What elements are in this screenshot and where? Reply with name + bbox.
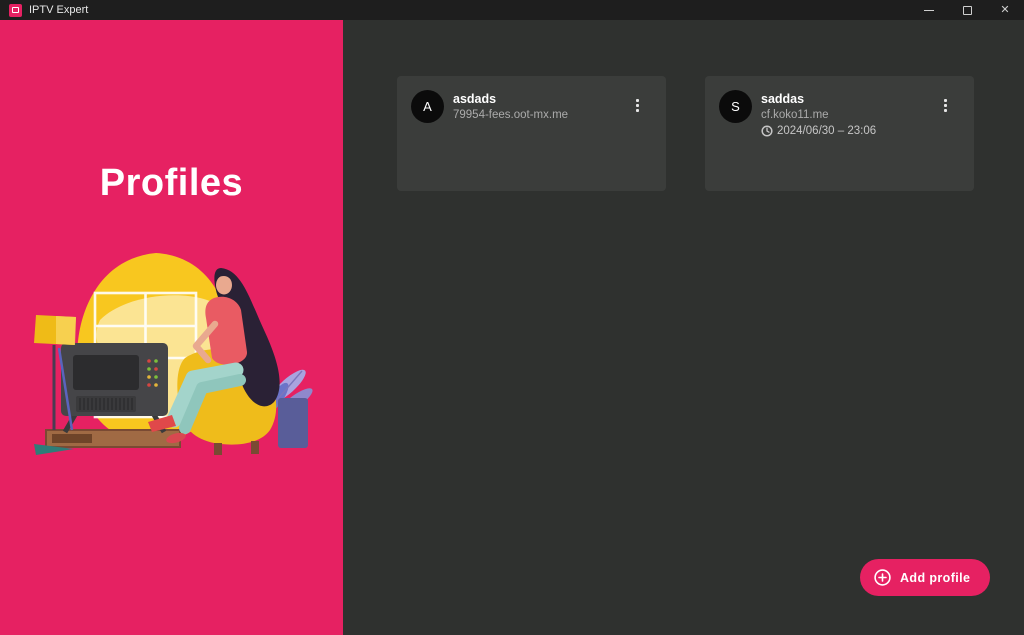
woman-watching-tv-illustration (18, 248, 318, 460)
profile-card[interactable]: A asdads 79954-fees.oot-mx.me (397, 76, 666, 191)
sidebar: Profiles (0, 20, 343, 635)
profile-menu-button[interactable] (941, 96, 950, 115)
minimize-button[interactable] (910, 0, 948, 20)
profile-name: saddas (761, 92, 876, 106)
titlebar: IPTV Expert ✕ (0, 0, 1024, 20)
profile-last-used: 2024/06/30 – 23:06 (761, 125, 876, 137)
clock-icon (761, 125, 773, 137)
last-used-text: 2024/06/30 – 23:06 (777, 125, 876, 137)
tv-glyph (12, 7, 19, 13)
window-title: IPTV Expert (29, 0, 88, 20)
window-controls: ✕ (910, 0, 1024, 20)
profile-menu-button[interactable] (633, 96, 642, 115)
maximize-button[interactable] (948, 0, 986, 20)
profile-card-header: A asdads 79954-fees.oot-mx.me (411, 90, 652, 123)
profile-card[interactable]: S saddas cf.koko11.me 2024/06/30 – 23:06 (705, 76, 974, 191)
profile-server: cf.koko11.me (761, 109, 876, 121)
plus-circle-icon (874, 569, 891, 586)
maximize-icon (963, 6, 972, 15)
profile-server: 79954-fees.oot-mx.me (453, 109, 568, 121)
main-content: A asdads 79954-fees.oot-mx.me S saddas c… (343, 20, 1024, 635)
profile-card-header: S saddas cf.koko11.me 2024/06/30 – 23:06 (719, 90, 960, 137)
app-logo-icon (9, 4, 22, 17)
profile-name: asdads (453, 92, 568, 106)
page-title: Profiles (0, 162, 343, 205)
kebab-menu-icon (636, 99, 639, 102)
add-profile-label: Add profile (900, 571, 970, 585)
avatar: A (411, 90, 444, 123)
profile-info: asdads 79954-fees.oot-mx.me (453, 90, 568, 121)
close-icon: ✕ (1000, 5, 1009, 16)
minimize-icon (924, 10, 934, 11)
kebab-menu-icon (944, 99, 947, 102)
add-profile-button[interactable]: Add profile (860, 559, 990, 596)
avatar: S (719, 90, 752, 123)
close-button[interactable]: ✕ (986, 0, 1024, 20)
profile-info: saddas cf.koko11.me 2024/06/30 – 23:06 (761, 90, 876, 137)
